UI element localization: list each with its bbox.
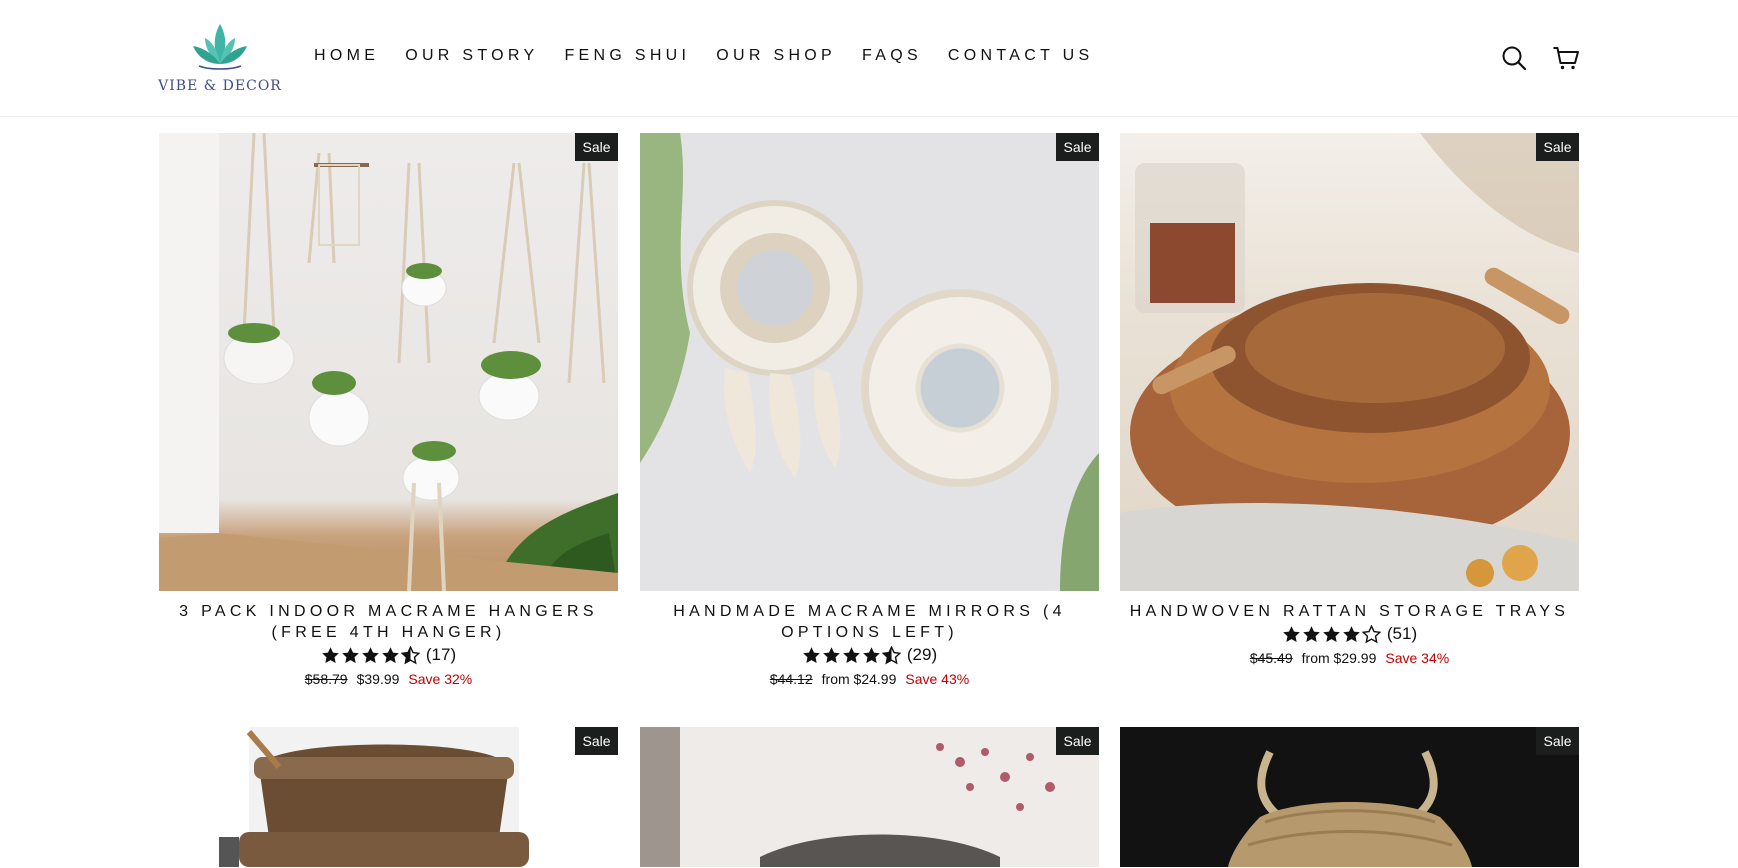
nav-contact-us[interactable]: CONTACT US <box>948 47 1094 65</box>
macrame-mirrors-photo <box>640 133 1099 591</box>
price-row: $58.79 $39.99 Save 32% <box>159 671 618 687</box>
star-filled-icon <box>342 646 359 663</box>
cart-icon[interactable] <box>1552 44 1580 72</box>
product-card[interactable]: Sale <box>159 727 618 867</box>
product-image[interactable]: Sale <box>159 133 618 591</box>
seagrass-basket-photo <box>1120 727 1579 867</box>
sale-price: $39.99 <box>356 671 400 687</box>
product-image[interactable]: Sale <box>1120 727 1579 867</box>
nav-home[interactable]: HOME <box>314 47 379 65</box>
brand-logo[interactable]: VIBE & DECOR <box>158 20 282 100</box>
product-card[interactable]: Sale HANDMADE MACRAME MIRRORS (4 OPTIONS… <box>640 133 1099 687</box>
star-rating <box>321 645 420 665</box>
star-rating <box>1282 624 1381 644</box>
product-image[interactable]: Sale <box>1120 133 1579 591</box>
savings-label: Save 43% <box>905 671 970 687</box>
star-filled-icon <box>803 646 820 663</box>
original-price: $44.12 <box>769 671 813 687</box>
main-nav: HOME OUR STORY FENG SHUI OUR SHOP FAQS C… <box>314 47 1119 65</box>
star-filled-icon <box>843 646 860 663</box>
sale-badge: Sale <box>1056 133 1099 161</box>
product-card[interactable]: Sale 3 PACK INDOOR MACRAME HANGERS (FREE… <box>159 133 618 687</box>
sale-badge: Sale <box>1536 727 1579 755</box>
header-actions <box>1500 44 1580 72</box>
nav-our-story[interactable]: OUR STORY <box>405 47 538 65</box>
product-title[interactable]: 3 PACK INDOOR MACRAME HANGERS (FREE 4TH … <box>159 601 618 643</box>
review-count: (51) <box>1386 624 1418 643</box>
price-row: $45.49 from $29.99 Save 34% <box>1120 650 1579 666</box>
star-filled-icon <box>1323 625 1340 642</box>
savings-label: Save 34% <box>1385 650 1450 666</box>
sale-price: from $29.99 <box>1301 650 1377 666</box>
brand-name: VIBE & DECOR <box>158 78 282 94</box>
star-filled-icon <box>382 646 399 663</box>
nav-feng-shui[interactable]: FENG SHUI <box>564 47 690 65</box>
nav-our-shop[interactable]: OUR SHOP <box>716 47 836 65</box>
product-card[interactable]: Sale <box>1120 727 1579 867</box>
star-empty-icon <box>1361 624 1381 643</box>
original-price: $58.79 <box>304 671 348 687</box>
product-title[interactable]: HANDMADE MACRAME MIRRORS (4 OPTIONS LEFT… <box>640 601 1099 643</box>
sale-price: from $24.99 <box>821 671 897 687</box>
sale-badge: Sale <box>1536 133 1579 161</box>
savings-label: Save 32% <box>408 671 473 687</box>
star-filled-icon <box>823 646 840 663</box>
site-header: VIBE & DECOR HOME OUR STORY FENG SHUI OU… <box>0 0 1738 117</box>
product-card[interactable]: Sale HANDWOVEN RATTAN STORAGE TRAYS (51)… <box>1120 133 1579 666</box>
macrame-hangers-photo <box>159 133 618 591</box>
sale-badge: Sale <box>575 133 618 161</box>
product-image[interactable]: Sale <box>640 133 1099 591</box>
review-count: (29) <box>906 645 938 664</box>
product-rating: (29) <box>640 644 1099 666</box>
product-image[interactable]: Sale <box>159 727 618 867</box>
product-title[interactable]: HANDWOVEN RATTAN STORAGE TRAYS <box>1120 601 1579 622</box>
search-icon[interactable] <box>1500 44 1528 72</box>
coconut-bowls-photo <box>159 727 618 867</box>
product-rating: (17) <box>159 644 618 666</box>
star-half-icon <box>881 645 901 664</box>
sale-badge: Sale <box>575 727 618 755</box>
rattan-trays-photo <box>1120 133 1579 591</box>
lotus-logo-icon <box>193 24 247 70</box>
product-rating: (51) <box>1120 623 1579 645</box>
star-filled-icon <box>1303 625 1320 642</box>
product-image[interactable]: Sale <box>640 727 1099 867</box>
star-half-icon <box>400 645 420 664</box>
price-row: $44.12 from $24.99 Save 43% <box>640 671 1099 687</box>
star-filled-icon <box>322 646 339 663</box>
star-filled-icon <box>1283 625 1300 642</box>
nav-faqs[interactable]: FAQS <box>862 47 922 65</box>
original-price: $45.49 <box>1249 650 1293 666</box>
dried-flowers-photo <box>640 727 1099 867</box>
review-count: (17) <box>425 645 457 664</box>
sale-badge: Sale <box>1056 727 1099 755</box>
star-filled-icon <box>863 646 880 663</box>
product-card[interactable]: Sale <box>640 727 1099 867</box>
star-filled-icon <box>1343 625 1360 642</box>
star-rating <box>802 645 901 665</box>
star-filled-icon <box>362 646 379 663</box>
